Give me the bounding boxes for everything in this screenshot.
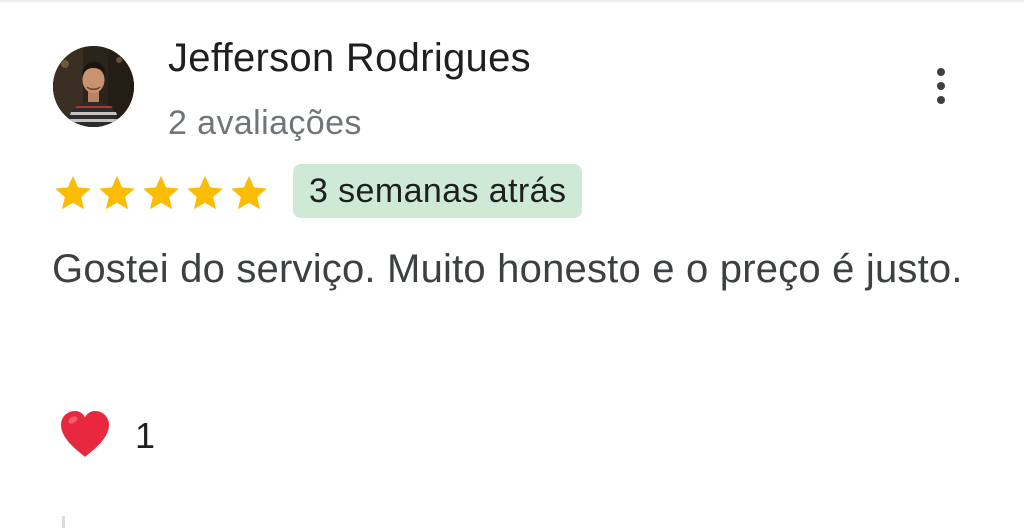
more-options-button[interactable] xyxy=(922,62,960,110)
avatar-photo xyxy=(53,46,134,127)
star-rating xyxy=(52,172,270,214)
author-name[interactable]: Jefferson Rodrigues xyxy=(168,34,531,82)
more-vert-icon-dot xyxy=(937,82,945,90)
star-icon xyxy=(52,172,94,214)
more-vert-icon-dot xyxy=(937,96,945,104)
star-icon xyxy=(184,172,226,214)
bottom-divider xyxy=(62,516,65,528)
review-count[interactable]: 2 avaliações xyxy=(168,101,362,145)
star-icon xyxy=(96,172,138,214)
star-icon xyxy=(228,172,270,214)
star-icon xyxy=(140,172,182,214)
avatar[interactable] xyxy=(53,46,134,127)
heart-reaction-button[interactable]: 1 xyxy=(57,408,155,464)
time-ago-badge: 3 semanas atrás xyxy=(293,164,583,218)
more-vert-icon xyxy=(937,68,945,76)
reaction-count: 1 xyxy=(135,415,156,456)
heart-icon xyxy=(57,409,113,464)
review-card: Jefferson Rodrigues 2 avaliações 3 seman… xyxy=(0,0,1024,528)
top-divider xyxy=(0,0,1024,2)
review-text: Gostei do serviço. Muito honesto e o pre… xyxy=(52,247,963,291)
